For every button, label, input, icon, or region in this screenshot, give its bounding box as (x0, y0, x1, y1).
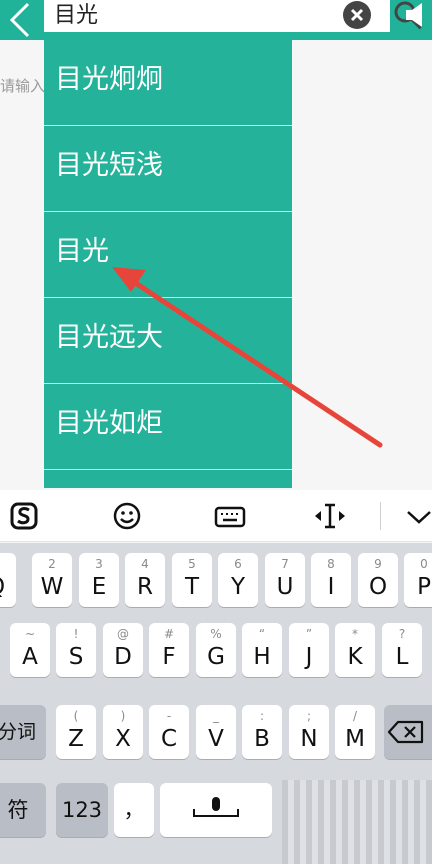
backspace-icon (387, 720, 424, 744)
key-o[interactable]: 9O (358, 553, 398, 607)
key-r[interactable]: 4R (125, 553, 165, 607)
chevron-left-icon (9, 2, 30, 38)
key-c[interactable]: -C (149, 705, 189, 759)
speaker-button[interactable] (402, 0, 432, 32)
key-h[interactable]: “H (242, 623, 282, 677)
collapse-keyboard-button[interactable] (402, 498, 432, 534)
key-t[interactable]: 5T (172, 553, 212, 607)
suggestion-item[interactable]: 目光远大 (44, 298, 292, 384)
key-i[interactable]: 8I (311, 553, 351, 607)
key-f[interactable]: # F (149, 623, 189, 677)
chevron-down-icon (407, 511, 431, 524)
suggestion-label: 目光如炬 (55, 408, 163, 439)
key-j[interactable]: ” J (289, 623, 329, 677)
symbol-key[interactable]: 符 (0, 783, 46, 837)
suggestion-item[interactable]: 目光如炬 (44, 384, 292, 470)
key-v[interactable]: _ V (196, 705, 236, 759)
key-e[interactable]: 3E (79, 553, 119, 607)
key-y[interactable]: 6Y (218, 553, 258, 607)
key-u[interactable]: 7U (265, 553, 305, 607)
keyboard-icon (214, 506, 246, 528)
key-z[interactable]: (Z (56, 705, 96, 759)
key-s[interactable]: ! S (56, 623, 96, 677)
suggestion-label: 目光炯炯 (55, 64, 163, 95)
back-button[interactable] (0, 0, 44, 40)
key-a[interactable]: ~ A (10, 623, 50, 677)
suggestion-item[interactable]: 目光炯炯 (44, 40, 292, 126)
cursor-move-button[interactable] (312, 498, 348, 534)
key-g[interactable]: % G (196, 623, 236, 677)
screen: 目光 请输入字 目光炯炯 目光短浅 目光 目光远大 目光如炬 2 W 3 E 4… (0, 0, 432, 864)
emoji-button[interactable] (112, 498, 142, 534)
text-cursor-icon (315, 503, 345, 529)
clear-button[interactable] (343, 1, 371, 29)
numbers-key[interactable]: 123 (56, 783, 108, 837)
key-x[interactable]: ) X (103, 705, 143, 759)
key-w[interactable]: 2W (32, 553, 72, 607)
speaker-icon (406, 3, 422, 27)
smiley-icon (113, 502, 141, 530)
search-query-text: 目光 (54, 3, 99, 28)
close-icon (350, 8, 364, 22)
sogou-logo-button[interactable] (10, 498, 40, 534)
suggestion-item[interactable]: 目光短浅 (44, 126, 292, 212)
top-bar: 目光 (0, 0, 432, 40)
keyboard-switch-button[interactable] (214, 498, 246, 534)
key-m[interactable]: / M (335, 705, 375, 759)
comma-key[interactable]: ， (114, 783, 154, 837)
search-input[interactable]: 目光 (44, 0, 423, 32)
backspace-key[interactable] (384, 705, 432, 759)
key-q[interactable]: 1Q (0, 553, 16, 607)
sogou-logo-icon (10, 502, 38, 530)
key-d[interactable]: @ D (103, 623, 143, 677)
blurred-region (282, 780, 432, 864)
space-key[interactable] (160, 783, 272, 837)
toolbar-divider (380, 502, 381, 530)
suggestion-item[interactable]: 目光 (44, 212, 292, 298)
keyboard-toolbar (0, 490, 432, 542)
suggestion-label: 目光远大 (55, 322, 163, 353)
suggestion-dropdown: 目光炯炯 目光短浅 目光 目光远大 目光如炬 (44, 40, 292, 488)
key-n[interactable]: ; N (289, 705, 329, 759)
suggestion-label: 目光 (55, 236, 109, 267)
fenci-key[interactable]: 分词 (0, 705, 46, 759)
key-k[interactable]: * K (335, 623, 375, 677)
key-b[interactable]: :B (242, 705, 282, 759)
microphone-icon (193, 797, 239, 817)
key-p[interactable]: 0P (404, 553, 432, 607)
key-l[interactable]: ? L (382, 623, 422, 677)
suggestion-label: 目光短浅 (55, 150, 163, 181)
